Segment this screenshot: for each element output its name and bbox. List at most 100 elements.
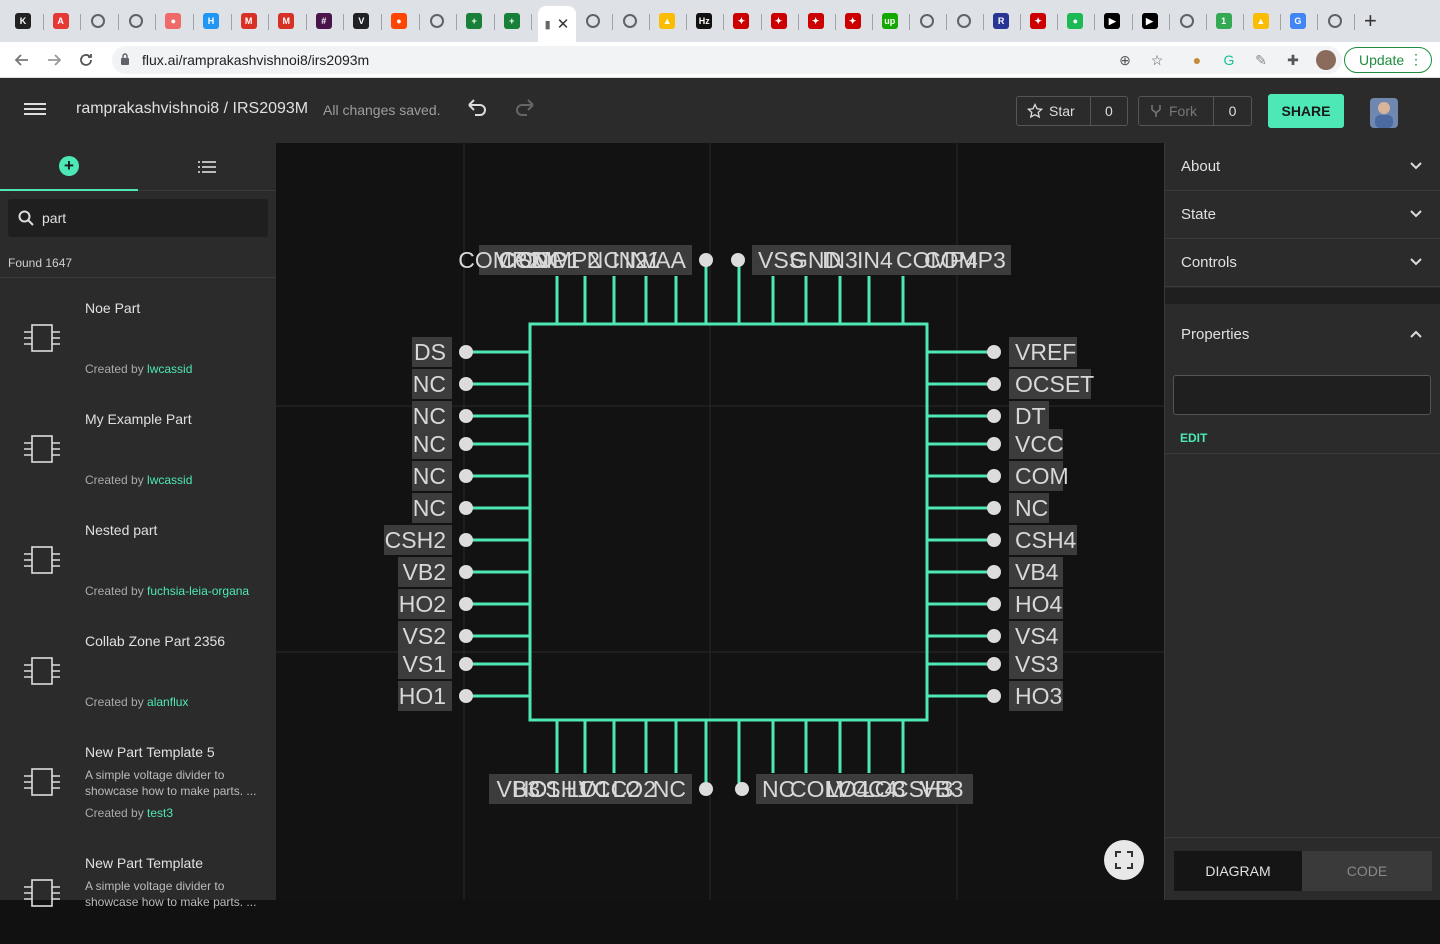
forward-button[interactable] — [42, 48, 66, 72]
flux-tab-icon: ▮ — [544, 18, 551, 31]
ti-tab[interactable]: ✦ — [803, 8, 829, 34]
part-list-item[interactable]: New Part Template 5 A simple voltage divi… — [0, 722, 276, 833]
gmail-tab[interactable]: M — [273, 8, 299, 34]
ti-tab[interactable]: ✦ — [728, 8, 754, 34]
gmail-favicon-icon: M — [240, 13, 257, 29]
globe-tab[interactable] — [580, 8, 606, 34]
spotify-tab[interactable]: ● — [1062, 8, 1088, 34]
fork-label: Fork — [1169, 103, 1197, 119]
play-tab[interactable]: ▶ — [1099, 8, 1125, 34]
grammarly-extension-icon[interactable]: G — [1220, 51, 1238, 69]
globe-tab[interactable] — [951, 8, 977, 34]
drive-tab[interactable]: ▲ — [654, 8, 680, 34]
globe-tab[interactable] — [1174, 8, 1200, 34]
author-link[interactable]: test3 — [147, 806, 173, 820]
tab-separator — [155, 14, 157, 30]
accordion-properties[interactable]: Properties — [1165, 311, 1440, 359]
active-tab[interactable]: ▮ ✕ — [538, 6, 576, 42]
extensions-puzzle-icon[interactable]: ✚ — [1284, 51, 1302, 69]
globe-tab[interactable] — [1322, 8, 1348, 34]
v-tab[interactable]: V — [348, 8, 374, 34]
reload-button[interactable] — [74, 48, 98, 72]
play-tab[interactable]: ▶ — [1137, 8, 1163, 34]
slack-tab[interactable]: # — [311, 8, 337, 34]
share-button[interactable]: SHARE — [1268, 94, 1344, 128]
back-button[interactable] — [10, 48, 34, 72]
google-tab[interactable]: G — [1285, 8, 1311, 34]
properties-field[interactable] — [1173, 375, 1431, 415]
fit-to-screen-button[interactable] — [1104, 840, 1144, 880]
author-link[interactable]: fuchsia-leia-organa — [147, 584, 249, 598]
one-tab[interactable]: 1 — [1211, 8, 1237, 34]
update-label: Update — [1359, 52, 1405, 68]
tab-separator — [760, 14, 762, 30]
profile-avatar[interactable] — [1316, 50, 1336, 70]
search-input[interactable] — [42, 199, 262, 237]
bookmark-star-icon[interactable]: ☆ — [1148, 51, 1166, 69]
ti-tab[interactable]: ✦ — [766, 8, 792, 34]
ti-tab[interactable]: ✦ — [840, 8, 866, 34]
ti-tab[interactable]: ✦ — [1025, 8, 1051, 34]
globe-tab[interactable] — [85, 8, 111, 34]
reddit-tab[interactable]: ● — [386, 8, 412, 34]
author-link[interactable]: alanflux — [147, 695, 188, 709]
sheets-tab[interactable]: + — [499, 8, 525, 34]
cookie-extension-icon[interactable]: ● — [1188, 51, 1206, 69]
undo-icon[interactable] — [466, 98, 488, 122]
chevron-down-icon — [1410, 162, 1422, 170]
pin-label: CSH4 — [1015, 527, 1077, 553]
tab-separator — [1205, 14, 1207, 30]
tab-object-list[interactable] — [138, 143, 276, 191]
accordion-state[interactable]: State — [1165, 191, 1440, 239]
schematic-canvas[interactable]: DS NC NC NC NC NC CSH2 VB2 HO2 VS2 VS1 HO1 VREF OCSET… — [276, 143, 1164, 900]
k-tab[interactable]: K — [10, 8, 36, 34]
tab-separator — [1242, 14, 1244, 30]
pin-terminal — [987, 377, 1001, 391]
star-button[interactable]: Star 0 — [1016, 96, 1128, 126]
close-tab-icon[interactable]: ✕ — [557, 15, 570, 33]
globe-tab[interactable] — [424, 8, 450, 34]
drive-tab[interactable]: ▲ — [1248, 8, 1274, 34]
globe-tab[interactable] — [123, 8, 149, 34]
edit-properties-link[interactable]: EDIT — [1180, 431, 1207, 445]
gmail-tab[interactable]: M — [236, 8, 262, 34]
author-link[interactable]: lwcassid — [147, 362, 192, 376]
part-list-item[interactable]: Nested part Created by fuchsia-leia-organ… — [0, 500, 276, 611]
part-list-item[interactable]: Collab Zone Part 2356 Created by alanflux — [0, 611, 276, 722]
tab-add-parts[interactable]: + — [0, 143, 138, 191]
hz-tab[interactable]: Hz — [691, 8, 717, 34]
part-list-item[interactable]: Noe Part Created by lwcassid — [0, 278, 276, 389]
tab-separator — [946, 14, 947, 30]
redo-icon[interactable] — [514, 98, 536, 122]
update-button[interactable]: Update ⋮ — [1344, 47, 1432, 73]
h-tab[interactable]: H — [198, 8, 224, 34]
fork-button[interactable]: Fork 0 — [1138, 96, 1252, 126]
sheets-tab[interactable]: + — [461, 8, 487, 34]
r-tab[interactable]: R — [988, 8, 1014, 34]
pin-label: HO2 — [399, 591, 446, 617]
hamburger-menu-icon[interactable] — [24, 100, 46, 122]
upwork-tab[interactable]: up — [877, 8, 903, 34]
accordion-label: Controls — [1181, 254, 1237, 271]
tab-diagram[interactable]: DIAGRAM — [1174, 851, 1302, 891]
user-avatar[interactable] — [1370, 98, 1398, 128]
new-tab-button[interactable]: + — [1364, 9, 1377, 33]
ti-favicon-icon: ✦ — [733, 13, 750, 29]
tab-code[interactable]: CODE — [1302, 851, 1432, 891]
asana-tab[interactable]: ● — [160, 8, 186, 34]
project-breadcrumb[interactable]: ramprakashvishnoi8 / IRS2093M — [76, 100, 308, 118]
accordion-controls[interactable]: Controls — [1165, 239, 1440, 287]
author-link[interactable]: lwcassid — [147, 473, 192, 487]
part-list-item[interactable]: My Example Part Created by lwcassid — [0, 389, 276, 500]
tab-separator — [381, 14, 382, 30]
pen-extension-icon[interactable]: ✎ — [1252, 51, 1270, 69]
globe-tab[interactable] — [914, 8, 940, 34]
globe-tab[interactable] — [617, 8, 643, 34]
tab-separator — [612, 14, 614, 30]
star-count: 0 — [1089, 97, 1127, 125]
pin-terminal — [459, 437, 473, 451]
part-list-item[interactable]: New Part Template A simple voltage divide… — [0, 833, 276, 944]
install-icon[interactable]: ⊕ — [1116, 51, 1134, 69]
red-logo-tab[interactable]: A — [48, 8, 74, 34]
accordion-about[interactable]: About — [1165, 143, 1440, 191]
